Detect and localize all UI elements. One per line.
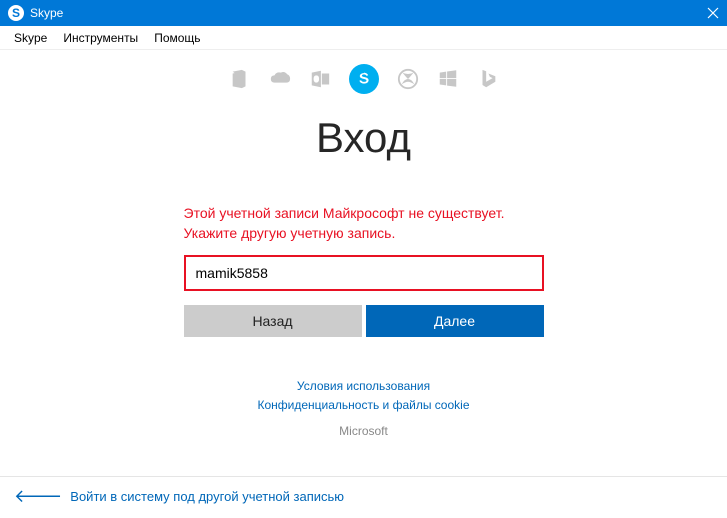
xbox-icon — [397, 68, 419, 90]
skype-icon-letter: S — [12, 6, 20, 20]
next-button[interactable]: Далее — [366, 305, 544, 337]
privacy-link[interactable]: Конфиденциальность и файлы cookie — [258, 398, 470, 412]
skype-window-icon: S — [8, 5, 24, 21]
error-line2: Укажите другую учетную запись. — [184, 224, 544, 244]
back-button[interactable]: Назад — [184, 305, 362, 337]
bing-icon — [477, 68, 499, 90]
services-icon-row — [229, 64, 499, 94]
terms-link[interactable]: Условия использования — [297, 379, 430, 393]
close-icon — [707, 7, 719, 19]
footer-links: Условия использования Конфиденциальность… — [258, 377, 470, 441]
menubar: Skype Инструменты Помощь — [0, 26, 727, 50]
microsoft-label: Microsoft — [258, 422, 470, 441]
button-row: Назад Далее — [184, 305, 544, 337]
arrow-left-icon: 🡐 — [14, 486, 62, 507]
other-account-label: Войти в систему под другой учетной запис… — [70, 489, 344, 504]
footer: 🡐 Войти в систему под другой учетной зап… — [0, 476, 727, 516]
menu-help[interactable]: Помощь — [146, 28, 208, 48]
close-button[interactable] — [707, 0, 719, 26]
other-account-link[interactable]: 🡐 Войти в систему под другой учетной зап… — [14, 486, 344, 507]
menu-skype[interactable]: Skype — [6, 28, 55, 48]
skype-icon — [349, 64, 379, 94]
menu-tools[interactable]: Инструменты — [55, 28, 146, 48]
office-icon — [229, 68, 251, 90]
skype-s-icon — [354, 69, 374, 89]
content-area: Вход Этой учетной записи Майкрософт не с… — [0, 50, 727, 476]
titlebar: S Skype — [0, 0, 727, 26]
login-input[interactable] — [184, 255, 544, 291]
outlook-icon — [309, 68, 331, 90]
onedrive-icon — [269, 68, 291, 90]
window-title: Skype — [30, 6, 63, 20]
windows-icon — [437, 68, 459, 90]
error-message: Этой учетной записи Майкрософт не сущест… — [184, 204, 544, 243]
page-title: Вход — [316, 114, 411, 162]
error-line1: Этой учетной записи Майкрософт не сущест… — [184, 204, 544, 224]
